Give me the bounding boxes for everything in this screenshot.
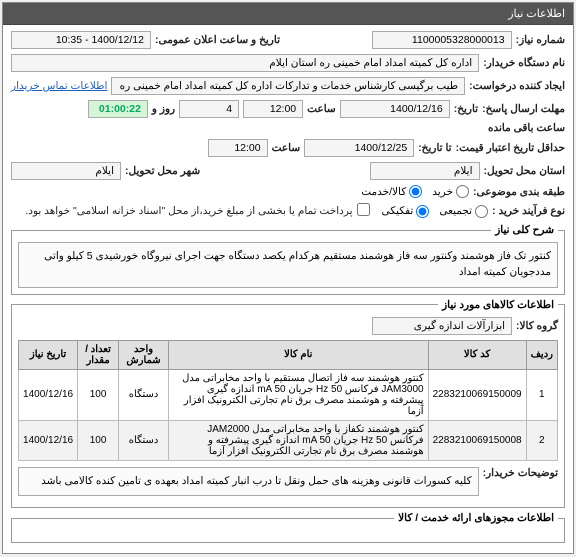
cell-code: 2283210069150008 <box>428 420 526 460</box>
min-valid-date: 1400/12/25 <box>304 139 414 157</box>
col-idx: ردیف <box>526 340 557 369</box>
remain-time: 01:00:22 <box>88 100 148 118</box>
buyer-notes-label: توضیحات خریدار: <box>483 467 558 479</box>
min-valid-label: حداقل تاریخ اعتبار قیمت: <box>456 142 565 154</box>
class-radio-buy[interactable] <box>456 185 469 198</box>
group-label: گروه کالا: <box>516 320 558 332</box>
deadline-label: مهلت ارسال پاسخ: <box>482 103 565 115</box>
cell-unit: دستگاه <box>119 420 169 460</box>
buy-type-radio-agg[interactable] <box>475 205 488 218</box>
panel-body: شماره نیاز: 1100005328000013 تاریخ و ساع… <box>3 25 573 553</box>
buy-type-radio-sep[interactable] <box>416 205 429 218</box>
class-label: طبقه بندی موضوعی: <box>473 186 565 198</box>
cell-date: 1400/12/16 <box>19 420 78 460</box>
col-date: تاریخ نیاز <box>19 340 78 369</box>
group-value: ابزارآلات اندازه گیری <box>372 317 512 335</box>
permits-legend: اطلاعات مجوزهای ارائه خدمت / کالا <box>394 512 558 524</box>
creator-label: ایجاد کننده درخواست: <box>469 80 565 92</box>
buyer-value: اداره کل کمیته امداد امام خمینی ره استان… <box>11 54 479 72</box>
need-info-panel: اطلاعات نیاز شماره نیاز: 110000532800001… <box>2 2 574 554</box>
col-code: کد کالا <box>428 340 526 369</box>
remain-label: ساعت باقی مانده <box>488 122 565 134</box>
delivery-prov-label: استان محل تحویل: <box>484 165 565 177</box>
cell-qty: 100 <box>78 420 119 460</box>
pub-date-label: تاریخ و ساعت اعلان عمومی: <box>155 34 280 46</box>
cell-name: کنتور هوشمند تکفاز با واحد مخابراتی مدل … <box>169 420 429 460</box>
panel-title: اطلاعات نیاز <box>3 3 573 25</box>
permits-fieldset: اطلاعات مجوزهای ارائه خدمت / کالا <box>11 512 565 543</box>
pay-note: پرداخت تمام یا بخشی از مبلغ خرید،از محل … <box>25 205 352 217</box>
col-unit: واحد شمارش <box>119 340 169 369</box>
buy-type-agg-label: تجمیعی <box>439 205 472 217</box>
pay-checkbox[interactable] <box>357 203 370 216</box>
cell-unit: دستگاه <box>119 369 169 420</box>
creator-value: طیب برگیسی کارشناس خدمات و تدارکات اداره… <box>111 77 465 95</box>
buy-type-label: نوع فرآیند خرید : <box>492 205 565 217</box>
buyer-label: نام دستگاه خریدار: <box>483 57 565 69</box>
deadline-time: 12:00 <box>243 100 303 118</box>
buyer-contact-link[interactable]: اطلاعات تماس خریدار <box>11 80 107 92</box>
cell-idx: 2 <box>526 420 557 460</box>
buyer-notes: کلیه کسورات قانونی وهزینه های حمل ونقل ت… <box>18 467 479 497</box>
cell-qty: 100 <box>78 369 119 420</box>
table-row: 22283210069150008کنتور هوشمند تکفاز با و… <box>19 420 558 460</box>
col-qty: تعداد / مقدار <box>78 340 119 369</box>
goods-legend: اطلاعات کالاهای مورد نیاز <box>438 299 558 311</box>
class-opt-buy-label: خرید <box>432 186 453 198</box>
min-valid-time-label: ساعت <box>272 142 301 154</box>
buy-type-agg[interactable]: تجمیعی <box>439 205 488 218</box>
pub-date-value: 1400/12/12 - 10:35 <box>11 31 151 49</box>
remain-days: 4 <box>179 100 239 118</box>
req-no-label: شماره نیاز: <box>516 34 565 46</box>
cell-date: 1400/12/16 <box>19 369 78 420</box>
deadline-tarikh-label: تاریخ: <box>454 103 478 115</box>
col-name: نام کالا <box>169 340 429 369</box>
table-row: 12283210069150009کنتور هوشمند سه فاز اتص… <box>19 369 558 420</box>
cell-name: کنتور هوشمند سه فاز اتصال مستقیم با واحد… <box>169 369 429 420</box>
class-radio-goods[interactable] <box>409 185 422 198</box>
desc-fieldset: شرح کلی نیاز کنتور تک فاز هوشمند وکنتور … <box>11 224 565 295</box>
class-opt-goods[interactable]: کالا/خدمت <box>361 185 422 198</box>
delivery-city-label: شهر محل تحویل: <box>125 165 200 177</box>
goods-fieldset: اطلاعات کالاهای مورد نیاز گروه کالا: ابز… <box>11 299 565 509</box>
req-no-value: 1100005328000013 <box>372 31 512 49</box>
min-valid-tarikh-label: تا تاریخ: <box>418 142 451 154</box>
buy-type-radio-group: تجمیعی تفکیکی <box>382 205 489 218</box>
table-header-row: ردیف کد کالا نام کالا واحد شمارش تعداد /… <box>19 340 558 369</box>
goods-table: ردیف کد کالا نام کالا واحد شمارش تعداد /… <box>18 340 558 461</box>
deadline-time-label: ساعت <box>307 103 336 115</box>
class-opt-goods-label: کالا/خدمت <box>361 186 406 198</box>
cell-code: 2283210069150009 <box>428 369 526 420</box>
desc-legend: شرح کلی نیاز <box>491 224 558 236</box>
deadline-date: 1400/12/16 <box>340 100 450 118</box>
delivery-city: ایلام <box>11 162 121 180</box>
class-opt-buy[interactable]: خرید <box>432 185 469 198</box>
delivery-prov: ایلام <box>370 162 480 180</box>
class-radio-group: خرید کالا/خدمت <box>361 185 469 198</box>
min-valid-time: 12:00 <box>208 139 268 157</box>
buy-type-sep[interactable]: تفکیکی <box>382 205 430 218</box>
remain-days-label: روز و <box>152 103 175 115</box>
buy-type-sep-label: تفکیکی <box>382 205 414 217</box>
desc-text: کنتور تک فاز هوشمند وکنتور سه فاز هوشمند… <box>18 242 558 288</box>
cell-idx: 1 <box>526 369 557 420</box>
